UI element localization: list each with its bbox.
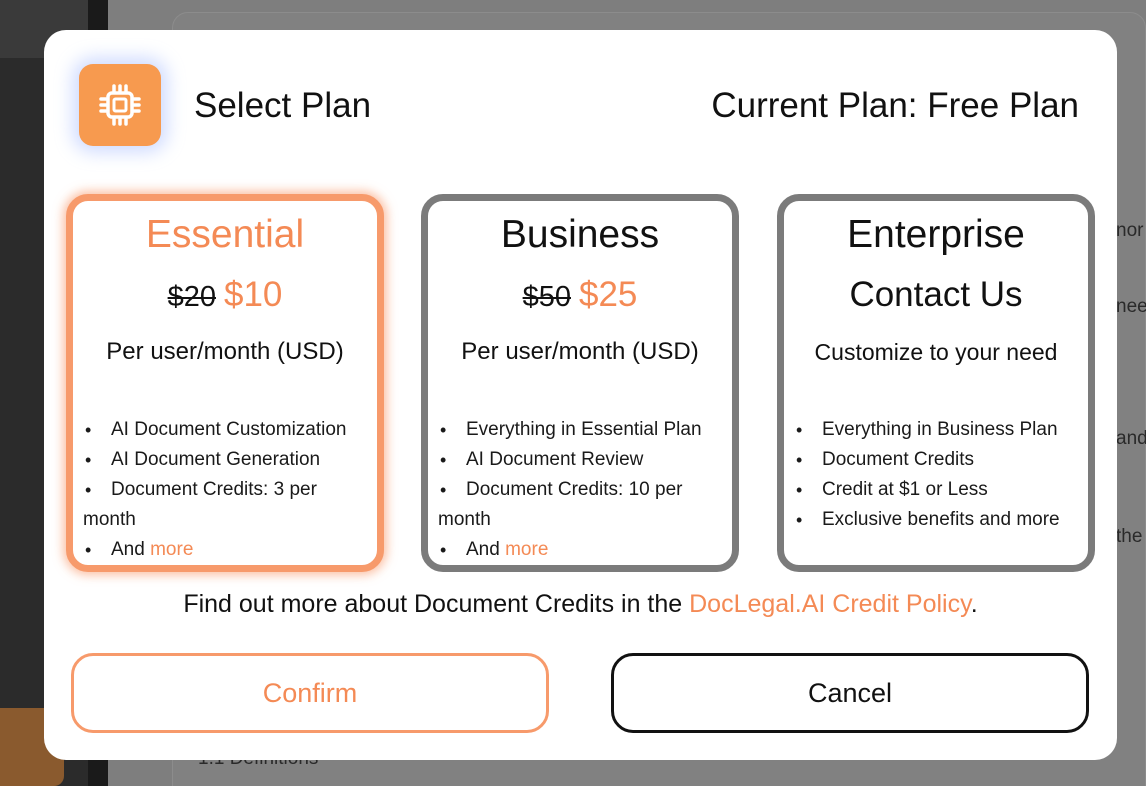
- more-prefix: And: [466, 539, 500, 560]
- feature-list: AI Document Customization AI Document Ge…: [83, 415, 369, 565]
- modal-title: Select Plan: [194, 86, 372, 125]
- feature-item: Document Credits: [794, 445, 1080, 475]
- more-prefix: And: [111, 539, 145, 560]
- feature-list: Everything in Business Plan Document Cre…: [794, 415, 1080, 535]
- feature-item: AI Document Review: [438, 445, 724, 475]
- feature-item: Exclusive benefits and more: [794, 505, 1080, 535]
- new-price: $10: [223, 275, 283, 314]
- feature-item: Document Credits: 10 per month: [438, 475, 724, 535]
- old-price: $20: [167, 281, 216, 313]
- plan-name: Essential: [145, 213, 305, 256]
- plan-card-essential[interactable]: Essential $20$10 Per user/month (USD) AI…: [66, 194, 384, 572]
- price-line: $20 $10: [73, 275, 377, 315]
- credit-note-text: Find out more about Document Credits in …: [183, 590, 690, 618]
- plan-card-enterprise[interactable]: Enterprise Contact Us Customize to your …: [777, 194, 1095, 572]
- cancel-button[interactable]: Cancel: [611, 653, 1089, 733]
- new-price: $25: [578, 275, 638, 314]
- feature-item: Credit at $1 or Less: [794, 475, 1080, 505]
- more-link[interactable]: more: [150, 539, 193, 560]
- credit-note-suffix: .: [970, 590, 978, 618]
- current-plan-label: Current Plan: Free Plan: [711, 86, 1079, 125]
- contact-us-label: Contact Us: [849, 275, 1023, 314]
- feature-item-more: And more: [438, 535, 724, 565]
- feature-item: AI Document Customization: [83, 415, 369, 445]
- feature-item: Everything in Essential Plan: [438, 415, 724, 445]
- old-price: $50: [522, 281, 571, 313]
- plan-card-business[interactable]: Business $50$25 Per user/month (USD) Eve…: [421, 194, 739, 572]
- credit-policy-link[interactable]: DocLegal.AI Credit Policy: [689, 590, 971, 618]
- feature-item-more: And more: [83, 535, 369, 565]
- more-link[interactable]: more: [505, 539, 548, 560]
- background-text-fragment: the: [1116, 526, 1143, 547]
- plan-billing-period: Per user/month (USD): [106, 338, 344, 365]
- background-text-fragment: and: [1116, 428, 1146, 449]
- plan-subtitle: Customize to your need: [814, 339, 1058, 365]
- background-text-fragment: nee: [1116, 296, 1146, 317]
- credit-policy-note: Find out more about Document Credits in …: [44, 590, 1117, 619]
- feature-item: Document Credits: 3 per month: [83, 475, 369, 535]
- app-logo: [79, 64, 161, 146]
- chip-icon: [99, 84, 141, 126]
- confirm-button[interactable]: Confirm: [71, 653, 549, 733]
- select-plan-modal: Select Plan Current Plan: Free Plan Esse…: [44, 30, 1117, 760]
- plan-name: Business: [500, 213, 660, 256]
- plan-name: Enterprise: [847, 213, 1025, 256]
- background-text-fragment: nor: [1116, 220, 1144, 241]
- feature-item: AI Document Generation: [83, 445, 369, 475]
- feature-list: Everything in Essential Plan AI Document…: [438, 415, 724, 565]
- price-line: $50 $25: [428, 275, 732, 315]
- feature-item: Everything in Business Plan: [794, 415, 1080, 445]
- plan-billing-period: Per user/month (USD): [461, 338, 699, 365]
